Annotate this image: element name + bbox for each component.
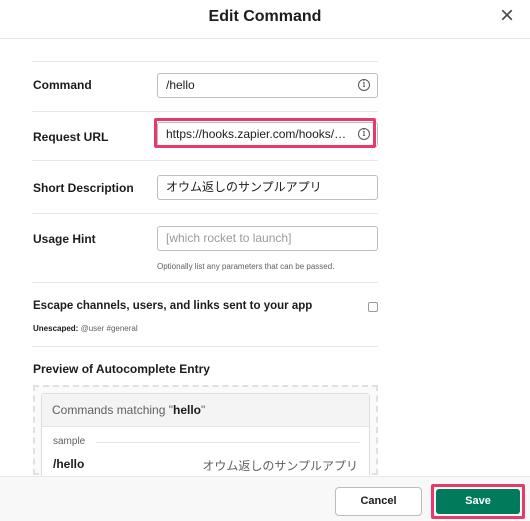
short-description-value: オウム返しのサンプルアプリ [166, 180, 322, 194]
preview-heading: Commands matching "hello" [42, 394, 369, 427]
divider [32, 282, 378, 283]
save-button[interactable]: Save [436, 489, 520, 514]
divider [32, 111, 378, 112]
divider [96, 442, 360, 443]
divider [32, 160, 378, 161]
modal-footer: Cancel Save [0, 476, 530, 521]
unescaped-example: Unescaped: @user #general [33, 324, 138, 333]
short-description-input[interactable]: オウム返しのサンプルアプリ [157, 175, 378, 200]
cancel-button[interactable]: Cancel [335, 487, 422, 516]
preview-description: オウム返しのサンプルアプリ [202, 459, 358, 473]
command-label: Command [33, 78, 92, 92]
divider [32, 213, 378, 214]
preview-heading-suffix: " [201, 403, 206, 417]
escape-checkbox[interactable] [368, 302, 378, 312]
preview-command: /hello [53, 457, 85, 471]
short-description-label: Short Description [33, 181, 134, 195]
info-icon[interactable]: i [358, 79, 370, 91]
usage-hint-input[interactable]: [which rocket to launch] [157, 226, 378, 251]
usage-hint-help: Optionally list any parameters that can … [157, 262, 335, 271]
divider [32, 346, 378, 347]
unescaped-value: @user #general [80, 324, 138, 333]
preview-heading-prefix: Commands matching " [52, 403, 173, 417]
modal-title: Edit Command [208, 8, 322, 25]
autocomplete-preview: Commands matching "hello" sample /hello … [41, 393, 370, 483]
command-value: /hello [166, 78, 195, 92]
preview-box: Commands matching "hello" sample /hello … [33, 385, 378, 483]
usage-hint-placeholder: [which rocket to launch] [166, 231, 292, 245]
preview-heading-term: hello [172, 403, 201, 417]
preview-group: sample [53, 436, 86, 447]
modal-header: Edit Command × [0, 0, 530, 39]
command-input[interactable]: /hello i [157, 73, 378, 98]
preview-title: Preview of Autocomplete Entry [33, 362, 210, 376]
divider [32, 61, 378, 62]
request-url-label: Request URL [33, 130, 109, 144]
request-url-highlight [154, 118, 376, 148]
usage-hint-label: Usage Hint [33, 232, 96, 246]
unescaped-label: Unescaped: [33, 324, 79, 333]
close-icon[interactable]: × [496, 4, 518, 28]
save-highlight: Save [431, 484, 525, 519]
escape-label: Escape channels, users, and links sent t… [33, 300, 313, 312]
